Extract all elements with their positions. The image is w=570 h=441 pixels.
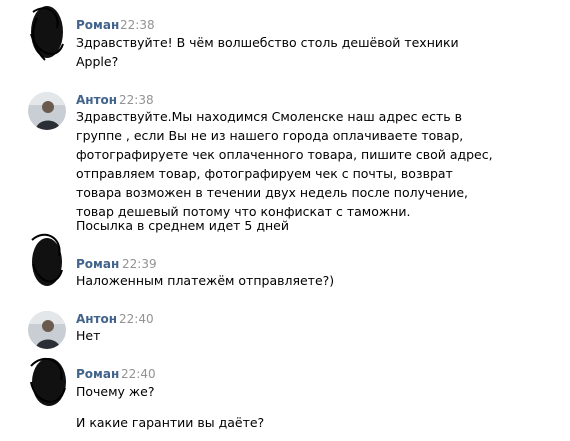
- avatar-anton[interactable]: [27, 310, 67, 350]
- message-text-line: фотографируете чек оплаченного товара, п…: [76, 147, 493, 162]
- message-text-line: Почему же?: [76, 384, 155, 399]
- avatar-roman[interactable]: [27, 4, 67, 61]
- sender-name[interactable]: Роман: [76, 18, 119, 32]
- scribbled-avatar-icon: [30, 358, 66, 406]
- message-time[interactable]: 22:38: [119, 93, 154, 107]
- sender-name[interactable]: Антон: [76, 312, 117, 326]
- message-time[interactable]: 22:40: [121, 367, 156, 381]
- avatar-roman[interactable]: [27, 230, 67, 286]
- avatar-anton[interactable]: [27, 91, 67, 131]
- scribbled-avatar-icon: [30, 6, 64, 61]
- message-text-line: Apple?: [76, 54, 119, 69]
- message-time[interactable]: 22:39: [122, 257, 157, 271]
- message-text-line: Здравствуйте! В чём волшебство столь деш…: [76, 35, 459, 50]
- message-text-line: Посылка в среднем идет 5 дней: [76, 218, 289, 233]
- message-text-line: Здравствуйте.Мы находимся Смоленске наш …: [76, 109, 462, 124]
- chat-screen: { "messages": [ {"sender": "Роман", "tim…: [0, 0, 570, 441]
- sender-name[interactable]: Роман: [76, 367, 119, 381]
- avatar-roman[interactable]: [27, 352, 67, 406]
- scribbled-avatar-icon: [31, 233, 63, 286]
- message-text-line: Наложенным платежём отправляете?): [76, 273, 335, 288]
- photo-avatar-icon: [28, 92, 66, 130]
- message-time[interactable]: 22:38: [120, 18, 155, 32]
- message-text-line: товара возможен в течении двух недель по…: [76, 185, 469, 200]
- sender-name[interactable]: Антон: [76, 93, 117, 107]
- message-text-line: отправляем товар, фотографируем чек с по…: [76, 166, 453, 181]
- message-text-line: группе , если Вы не из нашего города опл…: [76, 128, 464, 143]
- photo-avatar-icon: [28, 311, 66, 349]
- sender-name[interactable]: Роман: [76, 257, 119, 271]
- message-time[interactable]: 22:40: [119, 312, 154, 326]
- message-text-line: Нет: [76, 328, 101, 343]
- message-text-line: И какие гарантии вы даёте?: [76, 415, 265, 430]
